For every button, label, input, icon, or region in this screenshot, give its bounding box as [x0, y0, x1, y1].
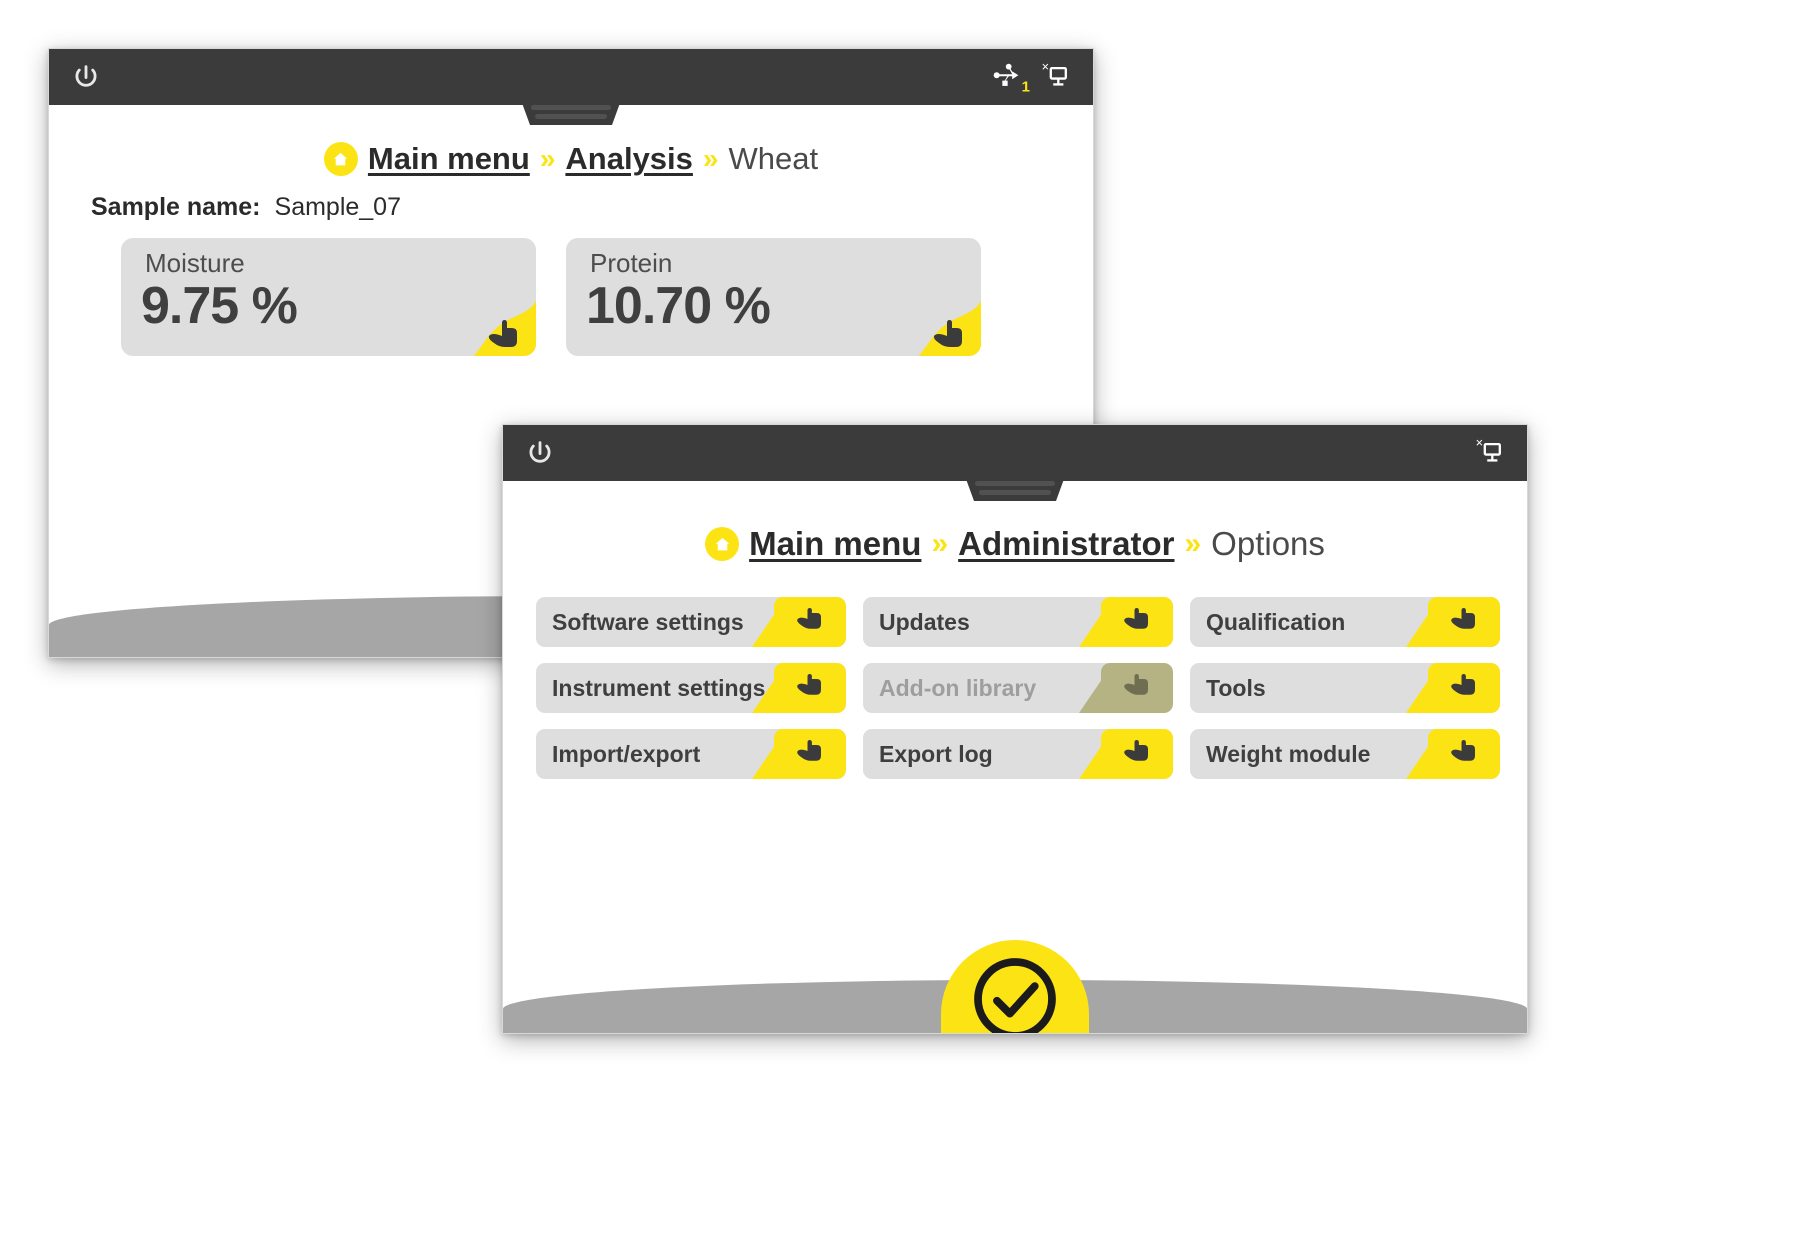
hand-pointer-icon[interactable] — [891, 284, 981, 356]
network-x-badge: × — [1476, 436, 1483, 450]
confirm-button[interactable] — [941, 940, 1089, 1033]
window2-titlebar: × — [503, 425, 1527, 501]
breadcrumb-separator: » — [931, 527, 949, 560]
window1-titlebar: 1 × — [49, 49, 1093, 125]
window2-status-tray: × — [1475, 436, 1505, 471]
hand-pointer-icon[interactable] — [1101, 597, 1173, 647]
hand-pointer-icon[interactable] — [774, 663, 846, 713]
breadcrumb-item-options: Options — [1211, 525, 1325, 562]
screenshot-stage: 1 × Main menu » Analysis » Wheat Sample … — [0, 0, 1800, 1236]
option-label: Export log — [879, 740, 993, 767]
result-label: Moisture — [145, 248, 245, 278]
breadcrumb-separator: » — [539, 143, 556, 174]
result-card-moisture[interactable]: Moisture 9.75 % — [121, 238, 536, 356]
option-button-weight-module[interactable]: Weight module — [1190, 729, 1500, 779]
window2-screen: Main menu » Administrator » Options Soft… — [503, 525, 1527, 1033]
option-button-import-export[interactable]: Import/export — [536, 729, 846, 779]
network-disconnected-icon[interactable]: × — [1041, 60, 1071, 95]
hand-pointer-icon[interactable] — [1428, 729, 1500, 779]
usb-icon[interactable]: 1 — [993, 60, 1030, 96]
hand-pointer-icon[interactable] — [774, 597, 846, 647]
breadcrumb-separator: » — [1184, 527, 1202, 560]
home-icon[interactable] — [705, 527, 740, 561]
window1-status-tray: 1 × — [993, 60, 1071, 96]
grille-bar — [535, 114, 607, 119]
power-icon[interactable] — [73, 64, 99, 90]
hand-pointer-icon[interactable] — [446, 284, 536, 356]
options-button-grid: Software settings Updates Qualification … — [536, 597, 1527, 779]
option-label: Qualification — [1206, 608, 1346, 635]
breadcrumb: Main menu » Analysis » Wheat — [49, 141, 1093, 177]
hand-pointer-icon[interactable] — [1428, 663, 1500, 713]
option-button-software-settings[interactable]: Software settings — [536, 597, 846, 647]
option-button-qualification[interactable]: Qualification — [1190, 597, 1500, 647]
network-disconnected-icon[interactable]: × — [1475, 436, 1505, 471]
breadcrumb-item-wheat: Wheat — [728, 141, 819, 176]
result-card-protein[interactable]: Protein 10.70 % — [566, 238, 981, 356]
result-value: 10.70 % — [586, 277, 771, 335]
option-button-add-on-library: Add-on library — [863, 663, 1173, 713]
breadcrumb-item-main-menu[interactable]: Main menu — [749, 525, 921, 563]
option-button-instrument-settings[interactable]: Instrument settings — [536, 663, 846, 713]
breadcrumb-separator: » — [702, 143, 719, 174]
option-button-tools[interactable]: Tools — [1190, 663, 1500, 713]
breadcrumb-item-analysis[interactable]: Analysis — [565, 141, 693, 177]
option-label: Tools — [1206, 674, 1266, 701]
network-x-badge: × — [1042, 60, 1049, 74]
speaker-grille — [966, 479, 1064, 501]
sample-name-row: Sample name: Sample_07 — [91, 193, 1093, 222]
hand-pointer-icon[interactable] — [1101, 729, 1173, 779]
speaker-grille — [522, 103, 620, 125]
administrator-options-window: × Main menu » Administrator » Options So… — [502, 424, 1528, 1034]
checkmark-circle-icon — [974, 958, 1056, 1033]
breadcrumb: Main menu » Administrator » Options — [503, 525, 1527, 563]
power-icon[interactable] — [527, 440, 553, 466]
grille-bar — [975, 481, 1055, 486]
grille-bar — [531, 105, 611, 110]
option-label: Add-on library — [879, 674, 1037, 701]
usb-count-badge: 1 — [1021, 78, 1030, 96]
option-label: Updates — [879, 608, 970, 635]
breadcrumb-item-main-menu[interactable]: Main menu — [368, 141, 530, 177]
result-label: Protein — [590, 248, 673, 278]
option-label: Weight module — [1206, 740, 1371, 767]
home-icon[interactable] — [323, 142, 358, 176]
option-label: Import/export — [552, 740, 701, 767]
sample-name-label: Sample name: — [91, 193, 261, 221]
hand-pointer-icon[interactable] — [1428, 597, 1500, 647]
option-button-updates[interactable]: Updates — [863, 597, 1173, 647]
option-label: Instrument settings — [552, 674, 766, 701]
hand-pointer-icon[interactable] — [774, 729, 846, 779]
sample-name-value: Sample_07 — [274, 193, 401, 221]
option-button-export-log[interactable]: Export log — [863, 729, 1173, 779]
option-label: Software settings — [552, 608, 744, 635]
result-value: 9.75 % — [141, 277, 298, 335]
breadcrumb-item-administrator[interactable]: Administrator — [958, 525, 1174, 563]
hand-pointer-icon — [1101, 663, 1173, 713]
result-cards: Moisture 9.75 % Protein 10.70 % — [121, 238, 1093, 356]
grille-bar — [979, 490, 1051, 495]
